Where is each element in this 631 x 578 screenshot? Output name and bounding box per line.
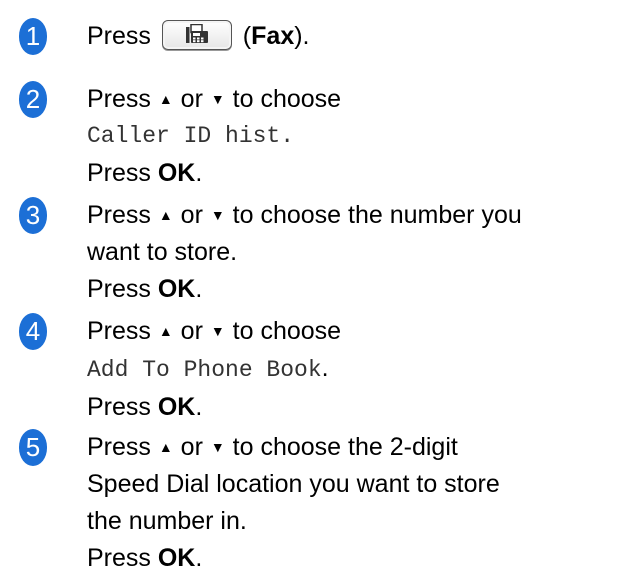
paren-close: ). [294, 22, 310, 50]
period: . [195, 544, 203, 572]
ok-key-label: OK [157, 159, 196, 187]
fax-key-label: Fax [251, 22, 295, 50]
period: . [195, 393, 203, 421]
ok-key-label: OK [157, 393, 196, 421]
step-line: Press ▲ or ▼ to choose [87, 81, 623, 118]
period: . [195, 275, 203, 303]
press-word: Press [87, 317, 151, 345]
step-line: Press ▲ or ▼ to choose [87, 313, 623, 350]
or-word: or [180, 433, 203, 461]
menu-option: Caller ID hist. [87, 123, 295, 149]
step-number-badge: 1 [19, 18, 47, 55]
or-word: or [180, 201, 203, 229]
press-word: Press [87, 159, 151, 187]
step-number-badge: 2 [19, 81, 47, 118]
step-line: want to store. [87, 238, 238, 266]
step-text: Press ▲ or ▼ to choose Caller ID hist. P… [87, 81, 623, 192]
press-word: Press [87, 275, 151, 303]
paren-open: ( [235, 22, 252, 50]
period: . [321, 354, 329, 382]
step-number-badge: 5 [19, 429, 47, 466]
press-word: Press [87, 22, 151, 50]
step-line: Press OK. [87, 389, 623, 426]
fax-key-icon [161, 20, 232, 51]
step-number-badge: 4 [19, 313, 47, 350]
step-number-badge: 3 [19, 197, 47, 234]
ok-key-label: OK [157, 544, 196, 572]
up-arrow-icon: ▲ [158, 91, 173, 107]
press-word: Press [87, 393, 151, 421]
step-line: Press OK. [87, 155, 623, 192]
choose-text: to choose the 2-digit [232, 433, 458, 461]
up-arrow-icon: ▲ [158, 439, 173, 455]
menu-option: Add To Phone Book [87, 357, 322, 383]
ok-key-label: OK [157, 275, 196, 303]
step-line: Press OK. [87, 271, 623, 308]
down-arrow-icon: ▼ [210, 323, 225, 339]
press-word: Press [87, 433, 151, 461]
step-line: Press (Fax). [87, 18, 623, 55]
down-arrow-icon: ▼ [210, 439, 225, 455]
step-text: Press ▲ or ▼ to choose Add To Phone Book… [87, 313, 623, 426]
or-word: or [180, 317, 203, 345]
down-arrow-icon: ▼ [210, 207, 225, 223]
step-line: Add To Phone Book. [87, 350, 623, 389]
step-text: Press ▲ or ▼ to choose the 2-digit Speed… [87, 429, 623, 577]
press-word: Press [87, 544, 151, 572]
choose-text: to choose [232, 317, 342, 345]
step-text: Press ▲ or ▼ to choose the number you wa… [87, 197, 623, 308]
choose-text: to choose the number you [232, 201, 522, 229]
or-word: or [180, 85, 203, 113]
step-line: the number in. [87, 507, 247, 535]
press-word: Press [87, 85, 151, 113]
up-arrow-icon: ▲ [158, 207, 173, 223]
step-line: Press ▲ or ▼ to choose the 2-digit [87, 429, 623, 466]
period: . [195, 159, 203, 187]
choose-text: to choose [232, 85, 342, 113]
step-line: Speed Dial location you want to store [87, 470, 500, 498]
step-line: Press ▲ or ▼ to choose the number you [87, 197, 623, 234]
up-arrow-icon: ▲ [158, 323, 173, 339]
step-text: Press (Fax). [87, 18, 623, 55]
fax-machine-icon [185, 24, 208, 44]
down-arrow-icon: ▼ [210, 91, 225, 107]
press-word: Press [87, 201, 151, 229]
step-line: Press OK. [87, 540, 623, 577]
